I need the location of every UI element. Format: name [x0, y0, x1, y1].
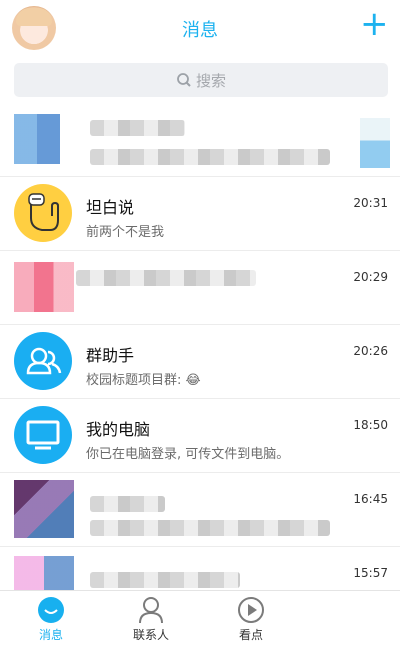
message-icon	[38, 597, 64, 623]
computer-icon	[14, 406, 72, 464]
conversation-preview: 前两个不是我	[86, 225, 165, 240]
search-icon	[177, 73, 191, 87]
conversation-item[interactable]: 20:29	[0, 250, 400, 325]
conversation-time: 16:45	[353, 492, 388, 506]
conversation-preview: 校园标题项目群: 😂	[86, 373, 201, 388]
tab-contacts[interactable]: 联系人	[116, 591, 186, 646]
header: 消息 +	[0, 0, 400, 58]
conversation-time: 20:29	[353, 270, 388, 284]
conversation-time: 20:26	[353, 344, 388, 358]
tab-label: 看点	[238, 628, 263, 642]
search-bar[interactable]: 搜索	[14, 63, 388, 97]
conversation-preview: 你已在电脑登录, 可传文件到电脑。	[86, 447, 290, 462]
conversation-name: 群助手	[86, 346, 135, 365]
confess-icon	[14, 184, 72, 242]
conversation-time: 18:50	[353, 418, 388, 432]
conversation-time: 20:31	[353, 196, 388, 210]
conversation-time: 15:57	[353, 566, 388, 580]
conversation-item[interactable]: 坦白说 前两个不是我 20:31	[0, 176, 400, 251]
tab-messages[interactable]: 消息	[16, 591, 86, 646]
conversation-item[interactable]: 我的电脑 你已在电脑登录, 可传文件到电脑。 18:50	[0, 398, 400, 473]
tab-watch[interactable]: 看点	[216, 591, 286, 646]
conversation-item[interactable]: 16:45	[0, 472, 400, 547]
conversation-item[interactable]	[0, 102, 400, 177]
add-button[interactable]: +	[360, 7, 389, 41]
page-title: 消息	[182, 20, 218, 41]
group-assistant-icon	[14, 332, 72, 390]
contacts-icon	[139, 597, 163, 624]
conversation-name: 我的电脑	[86, 420, 151, 439]
conversation-item[interactable]: 群助手 校园标题项目群: 😂 20:26	[0, 324, 400, 399]
tab-label: 消息	[38, 628, 63, 642]
search-placeholder: 搜索	[195, 71, 226, 90]
tab-bar: 消息 联系人 看点	[0, 590, 400, 646]
play-icon	[238, 597, 264, 623]
tab-label: 联系人	[132, 628, 169, 642]
conversation-name: 坦白说	[86, 198, 135, 217]
